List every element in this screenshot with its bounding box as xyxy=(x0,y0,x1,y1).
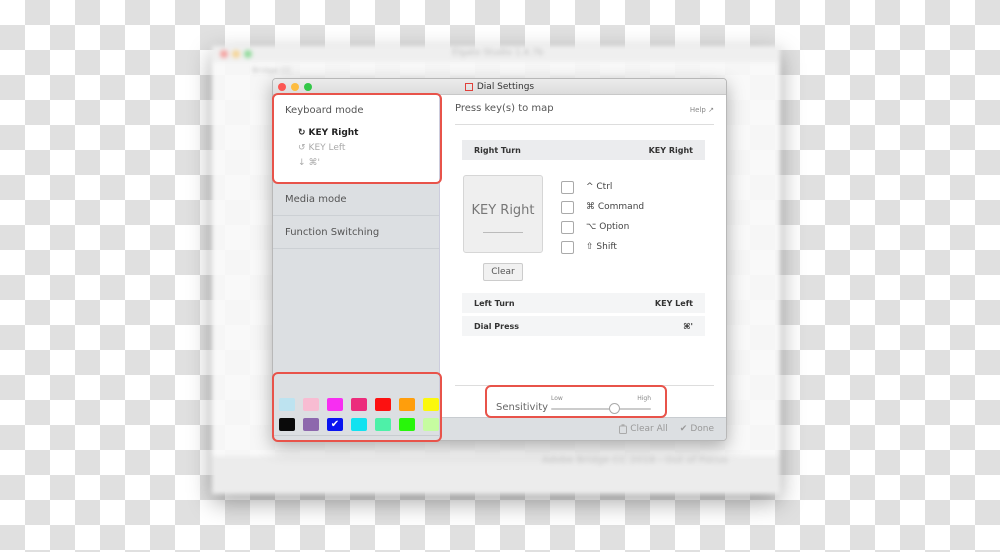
command-checkbox[interactable] xyxy=(561,200,574,214)
modifier-label: ⇧ Shift xyxy=(586,242,617,252)
color-swatch[interactable] xyxy=(303,398,319,411)
clear-button[interactable]: Clear xyxy=(483,263,523,281)
background-tab: Bridge CC xyxy=(252,66,292,75)
ctrl-checkbox[interactable] xyxy=(561,180,574,194)
slider-low-label: Low xyxy=(551,395,563,402)
mapping-row-right-turn[interactable]: Right Turn KEY Right xyxy=(462,140,705,160)
color-swatch[interactable] xyxy=(375,398,391,411)
mapping-value: KEY Left xyxy=(654,298,693,308)
color-swatch[interactable] xyxy=(327,398,343,411)
background-status-text: Adobe Bridge CC 2018 - Out of Focus xyxy=(542,455,728,466)
color-swatch-selected[interactable]: ✔ xyxy=(327,418,343,431)
help-link[interactable]: Help ↗ xyxy=(690,106,714,124)
sidebar: Keyboard mode ↻ KEY Right ↺ KEY Left ↓ ⌘… xyxy=(273,95,440,440)
crop-icon xyxy=(464,82,473,91)
done-label: Done xyxy=(690,424,714,434)
shift-checkbox[interactable] xyxy=(561,240,574,254)
keyboard-mode-label: Keyboard mode xyxy=(285,105,364,116)
sidebar-item-media-mode[interactable]: Media mode xyxy=(273,183,439,216)
clear-all-button[interactable]: Clear All xyxy=(619,424,668,434)
bg-minimize-button xyxy=(232,50,240,58)
checkmark-icon: ✔ xyxy=(330,419,340,430)
window-title: Dial Settings xyxy=(476,81,535,92)
mapping-label: ⌘' xyxy=(308,158,321,168)
mapping-value: KEY Right xyxy=(648,145,693,155)
sensitivity-label: Sensitivity xyxy=(496,401,549,413)
modifier-command[interactable]: ⌘ Command xyxy=(561,197,644,217)
modifier-ctrl[interactable]: ^ Ctrl xyxy=(561,177,644,197)
modifier-label: ^ Ctrl xyxy=(586,182,613,192)
option-checkbox[interactable] xyxy=(561,220,574,234)
mapping-value: ⌘' xyxy=(683,321,693,331)
color-palette: ✔ xyxy=(279,398,439,431)
bg-close-button xyxy=(220,50,228,58)
clear-all-label: Clear All xyxy=(630,424,668,434)
color-swatch[interactable] xyxy=(279,398,295,411)
slider-track[interactable] xyxy=(551,408,651,410)
mapping-row-dial-press[interactable]: Dial Press ⌘' xyxy=(462,316,705,336)
color-swatch[interactable] xyxy=(423,418,439,431)
keyboard-mapping-press: ↓ ⌘' xyxy=(298,158,427,168)
help-label: Help xyxy=(689,106,706,114)
checkmark-icon: ✔ xyxy=(679,424,688,434)
mapping-name: Dial Press xyxy=(474,321,520,331)
modifier-option[interactable]: ⌥ Option xyxy=(561,217,644,237)
trash-icon xyxy=(619,424,628,434)
content-title: Press key(s) to map xyxy=(455,103,554,114)
bg-maximize-button xyxy=(244,50,252,58)
slider-high-label: High xyxy=(637,395,651,402)
sidebar-item-function-switching[interactable]: Function Switching xyxy=(273,216,439,249)
done-button[interactable]: ✔ Done xyxy=(680,424,714,434)
key-capture-underline xyxy=(483,232,523,233)
key-capture-label: KEY Right xyxy=(471,203,535,218)
color-swatch[interactable] xyxy=(279,418,295,431)
mapping-label: KEY Left xyxy=(308,143,346,153)
keyboard-mapping-left: ↺ KEY Left xyxy=(298,143,427,153)
color-swatch[interactable] xyxy=(375,418,391,431)
modifier-shift[interactable]: ⇧ Shift xyxy=(561,237,644,257)
external-link-icon: ↗ xyxy=(708,106,714,114)
keyboard-mapping-right: ↻ KEY Right xyxy=(298,128,427,138)
dial-settings-dialog: Dial Settings Keyboard mode ↻ KEY Right … xyxy=(272,78,727,441)
color-swatch[interactable] xyxy=(399,418,415,431)
modifier-label: ⌘ Command xyxy=(586,202,645,212)
color-swatch[interactable] xyxy=(303,418,319,431)
color-swatch[interactable] xyxy=(351,418,367,431)
mapping-name: Right Turn xyxy=(474,145,521,155)
mapping-row-left-turn[interactable]: Left Turn KEY Left xyxy=(462,293,705,313)
titlebar: Dial Settings xyxy=(273,79,726,95)
slider-thumb[interactable] xyxy=(608,403,620,414)
arrow-down-icon: ↓ xyxy=(298,158,306,168)
rotate-clockwise-icon: ↻ xyxy=(298,128,306,138)
modifier-label: ⌥ Option xyxy=(586,222,630,232)
color-swatch[interactable] xyxy=(423,398,439,411)
mapping-name: Left Turn xyxy=(474,298,515,308)
content-panel: Press key(s) to map Help ↗ Right Turn KE… xyxy=(441,95,726,440)
mapping-label: KEY Right xyxy=(308,128,359,138)
divider xyxy=(455,385,714,386)
background-window-title: Elgato Studio 1.4.7b xyxy=(452,48,544,58)
footer-bar: Clear All ✔ Done xyxy=(441,417,726,440)
navigate-row[interactable]: Navigate xyxy=(273,435,439,440)
color-swatch[interactable] xyxy=(351,398,367,411)
color-swatch[interactable] xyxy=(399,398,415,411)
modifier-list: ^ Ctrl ⌘ Command ⌥ Option ⇧ Shift xyxy=(561,177,644,257)
rotate-counterclockwise-icon: ↺ xyxy=(298,143,306,153)
content-header: Press key(s) to map Help ↗ xyxy=(455,103,714,125)
sidebar-item-keyboard-mode[interactable]: Keyboard mode ↻ KEY Right ↺ KEY Left ↓ ⌘… xyxy=(273,95,439,183)
key-capture-box[interactable]: KEY Right xyxy=(463,175,543,253)
